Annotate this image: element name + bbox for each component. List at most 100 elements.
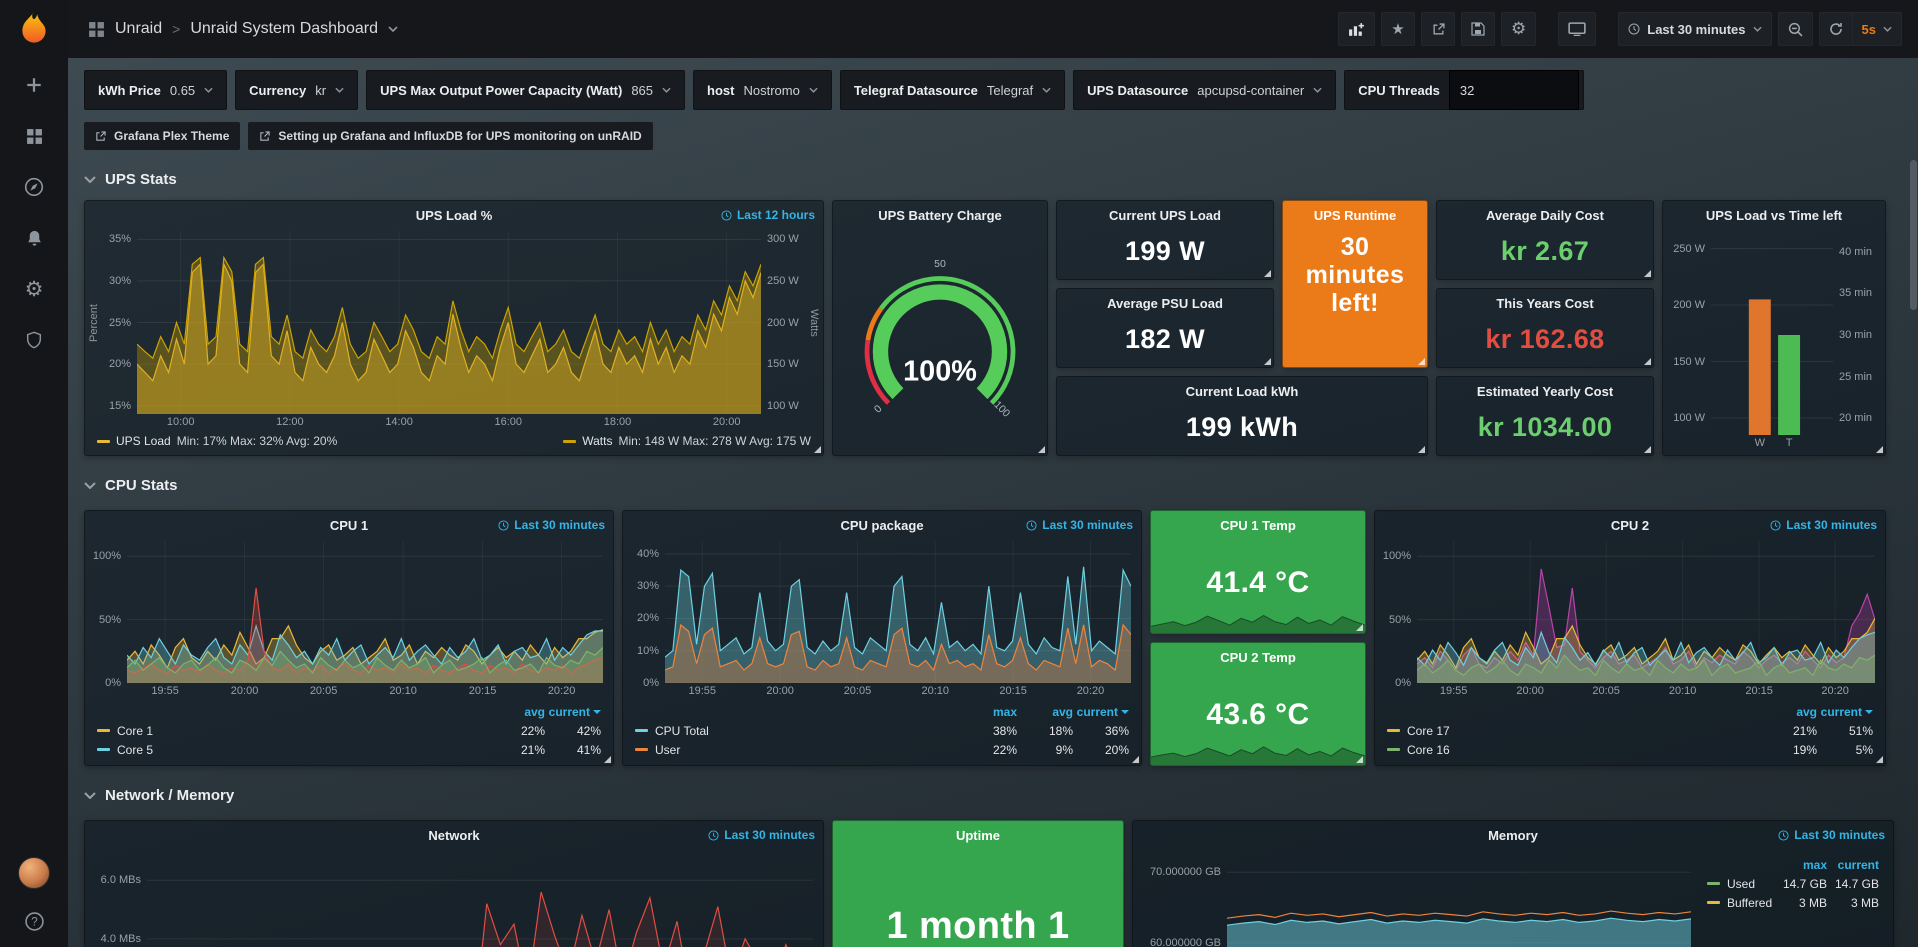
save-button[interactable] xyxy=(1461,12,1495,46)
zoom-out-button[interactable] xyxy=(1778,12,1813,46)
panel-time-range[interactable]: Last 30 minutes xyxy=(708,828,815,842)
panel-title[interactable]: This Years Cost xyxy=(1437,296,1653,311)
dashboard-settings-button[interactable]: ⚙ xyxy=(1501,12,1536,46)
configuration-gear-icon[interactable]: ⚙ xyxy=(22,277,46,301)
variable-value[interactable]: apcupsd-container xyxy=(1197,83,1304,98)
variable-kwh-price[interactable]: kWh Price 0.65 xyxy=(84,70,227,110)
section-header-cpu-stats[interactable]: CPU Stats xyxy=(84,468,1898,502)
plot-area[interactable] xyxy=(127,541,603,683)
create-icon[interactable] xyxy=(22,73,46,97)
help-icon[interactable]: ? xyxy=(22,909,46,933)
plot-area[interactable] xyxy=(137,231,761,414)
panel-header[interactable]: UPS Load vs Time left xyxy=(1663,201,1885,229)
panel-title[interactable]: Current UPS Load xyxy=(1057,208,1273,223)
user-avatar[interactable] xyxy=(18,857,50,889)
legend-column-header[interactable]: avg xyxy=(1761,705,1817,719)
panel-time-range[interactable]: Last 30 minutes xyxy=(498,518,605,532)
legend-column-header[interactable]: max xyxy=(961,705,1017,719)
legend-column-header[interactable]: current xyxy=(1817,705,1873,719)
panel-title[interactable]: CPU 1 xyxy=(330,518,368,533)
legend-column-header[interactable]: current xyxy=(545,705,601,719)
legend-row[interactable]: Core 17 21% 51% xyxy=(1381,721,1879,740)
plot-area[interactable] xyxy=(1417,541,1875,683)
variable-currency[interactable]: Currency kr xyxy=(235,70,358,110)
plot-area[interactable] xyxy=(665,541,1131,683)
refresh-interval-dropdown[interactable]: 5s xyxy=(1853,12,1902,46)
section-header-ups-stats[interactable]: UPS Stats xyxy=(84,162,1898,196)
plot-area[interactable] xyxy=(147,851,813,947)
panel-time-range[interactable]: Last 30 minutes xyxy=(1778,828,1885,842)
panel-header[interactable]: Memory Last 30 minutes xyxy=(1133,821,1893,849)
panel-header[interactable]: UPS Battery Charge xyxy=(833,201,1047,229)
legend-item[interactable]: UPS Load Min: 17% Max: 32% Avg: 20% xyxy=(97,434,337,448)
panel-header[interactable]: UPS Load % Last 12 hours xyxy=(85,201,823,229)
panel-title[interactable]: CPU package xyxy=(840,518,923,533)
panel-title[interactable]: Estimated Yearly Cost xyxy=(1437,384,1653,399)
refresh-button[interactable] xyxy=(1819,12,1853,46)
legend-row[interactable]: Buffered 3 MB 3 MB xyxy=(1701,893,1885,912)
panel-title[interactable]: CPU 1 Temp xyxy=(1151,518,1365,533)
scrollbar-thumb[interactable] xyxy=(1910,160,1917,310)
panel-title[interactable]: UPS Load % xyxy=(416,208,493,223)
legend-row[interactable]: CPU Total 38% 18% 36% xyxy=(629,721,1135,740)
panel-title[interactable]: UPS Battery Charge xyxy=(878,208,1002,223)
legend-column-header[interactable]: current xyxy=(1827,858,1879,872)
panel-time-range[interactable]: Last 30 minutes xyxy=(1026,518,1133,532)
panel-header[interactable]: CPU 1 Last 30 minutes xyxy=(85,511,613,539)
variable-value[interactable]: 0.65 xyxy=(170,83,195,98)
panel-title[interactable]: CPU 2 xyxy=(1611,518,1649,533)
chevron-down-icon[interactable] xyxy=(388,26,398,32)
variable-ups-datasource[interactable]: UPS Datasource apcupsd-container xyxy=(1073,70,1336,110)
cycle-view-button[interactable] xyxy=(1558,12,1596,46)
panel-title[interactable]: Memory xyxy=(1488,828,1538,843)
plot-area[interactable] xyxy=(1227,851,1691,947)
panel-title[interactable]: Network xyxy=(428,828,479,843)
panel-title[interactable]: Current Load kWh xyxy=(1057,384,1427,399)
legend-column-header[interactable]: max xyxy=(1775,858,1827,872)
panel-header[interactable]: Network Last 30 minutes xyxy=(85,821,823,849)
legend-item[interactable]: Watts Min: 148 W Max: 278 W Avg: 175 W xyxy=(563,434,811,448)
plot-area[interactable] xyxy=(1711,235,1833,435)
grafana-logo[interactable] xyxy=(14,9,54,49)
link-grafana-plex-theme[interactable]: Grafana Plex Theme xyxy=(84,122,240,150)
variable-ups-max-output[interactable]: UPS Max Output Power Capacity (Watt) 865 xyxy=(366,70,685,110)
variable-value[interactable]: Telegraf xyxy=(987,83,1033,98)
panel-header[interactable]: CPU package Last 30 minutes xyxy=(623,511,1141,539)
legend-row[interactable]: Core 5 21% 41% xyxy=(91,740,607,759)
star-button[interactable]: ★ xyxy=(1381,12,1415,46)
variable-value[interactable]: 865 xyxy=(631,83,653,98)
legend-column-header[interactable]: current xyxy=(1073,705,1129,719)
legend-row[interactable]: Core 16 19% 5% xyxy=(1381,740,1879,759)
panel-title[interactable]: Average Daily Cost xyxy=(1437,208,1653,223)
variable-value[interactable]: Nostromo xyxy=(743,83,799,98)
panel-header[interactable]: Uptime xyxy=(833,821,1123,849)
legend-column-header[interactable]: avg xyxy=(489,705,545,719)
breadcrumb-folder[interactable]: Unraid xyxy=(115,20,162,38)
variable-host[interactable]: host Nostromo xyxy=(693,70,832,110)
legend-column-header[interactable]: avg xyxy=(1017,705,1073,719)
share-button[interactable] xyxy=(1421,12,1455,46)
time-picker-button[interactable]: Last 30 minutes xyxy=(1618,12,1771,46)
panel-title[interactable]: UPS Runtime xyxy=(1283,208,1427,223)
panel-title[interactable]: UPS Load vs Time left xyxy=(1706,208,1842,223)
legend-row[interactable]: User 22% 9% 20% xyxy=(629,740,1135,759)
panel-header[interactable]: CPU 2 Last 30 minutes xyxy=(1375,511,1885,539)
panel-title[interactable]: Uptime xyxy=(956,828,1000,843)
section-header-network-memory[interactable]: Network / Memory xyxy=(84,778,1898,812)
link-ups-monitoring-guide[interactable]: Setting up Grafana and InfluxDB for UPS … xyxy=(248,122,652,150)
legend-row[interactable]: Used 14.7 GB 14.7 GB xyxy=(1701,874,1885,893)
panel-title[interactable]: Average PSU Load xyxy=(1057,296,1273,311)
legend-row[interactable]: Core 1 22% 42% xyxy=(91,721,607,740)
variable-value[interactable]: kr xyxy=(315,83,326,98)
variable-telegraf-datasource[interactable]: Telegraf Datasource Telegraf xyxy=(840,70,1065,110)
breadcrumb-dashboard-title[interactable]: Unraid System Dashboard xyxy=(190,20,378,38)
scrollbar[interactable] xyxy=(1910,64,1917,943)
dashboards-icon[interactable] xyxy=(22,124,46,148)
server-admin-shield-icon[interactable] xyxy=(22,328,46,352)
panel-title[interactable]: CPU 2 Temp xyxy=(1151,650,1365,665)
cpu-threads-input[interactable] xyxy=(1449,70,1579,110)
alerting-bell-icon[interactable] xyxy=(22,226,46,250)
panel-time-range[interactable]: Last 12 hours xyxy=(721,208,815,222)
panel-time-range[interactable]: Last 30 minutes xyxy=(1770,518,1877,532)
explore-compass-icon[interactable] xyxy=(22,175,46,199)
